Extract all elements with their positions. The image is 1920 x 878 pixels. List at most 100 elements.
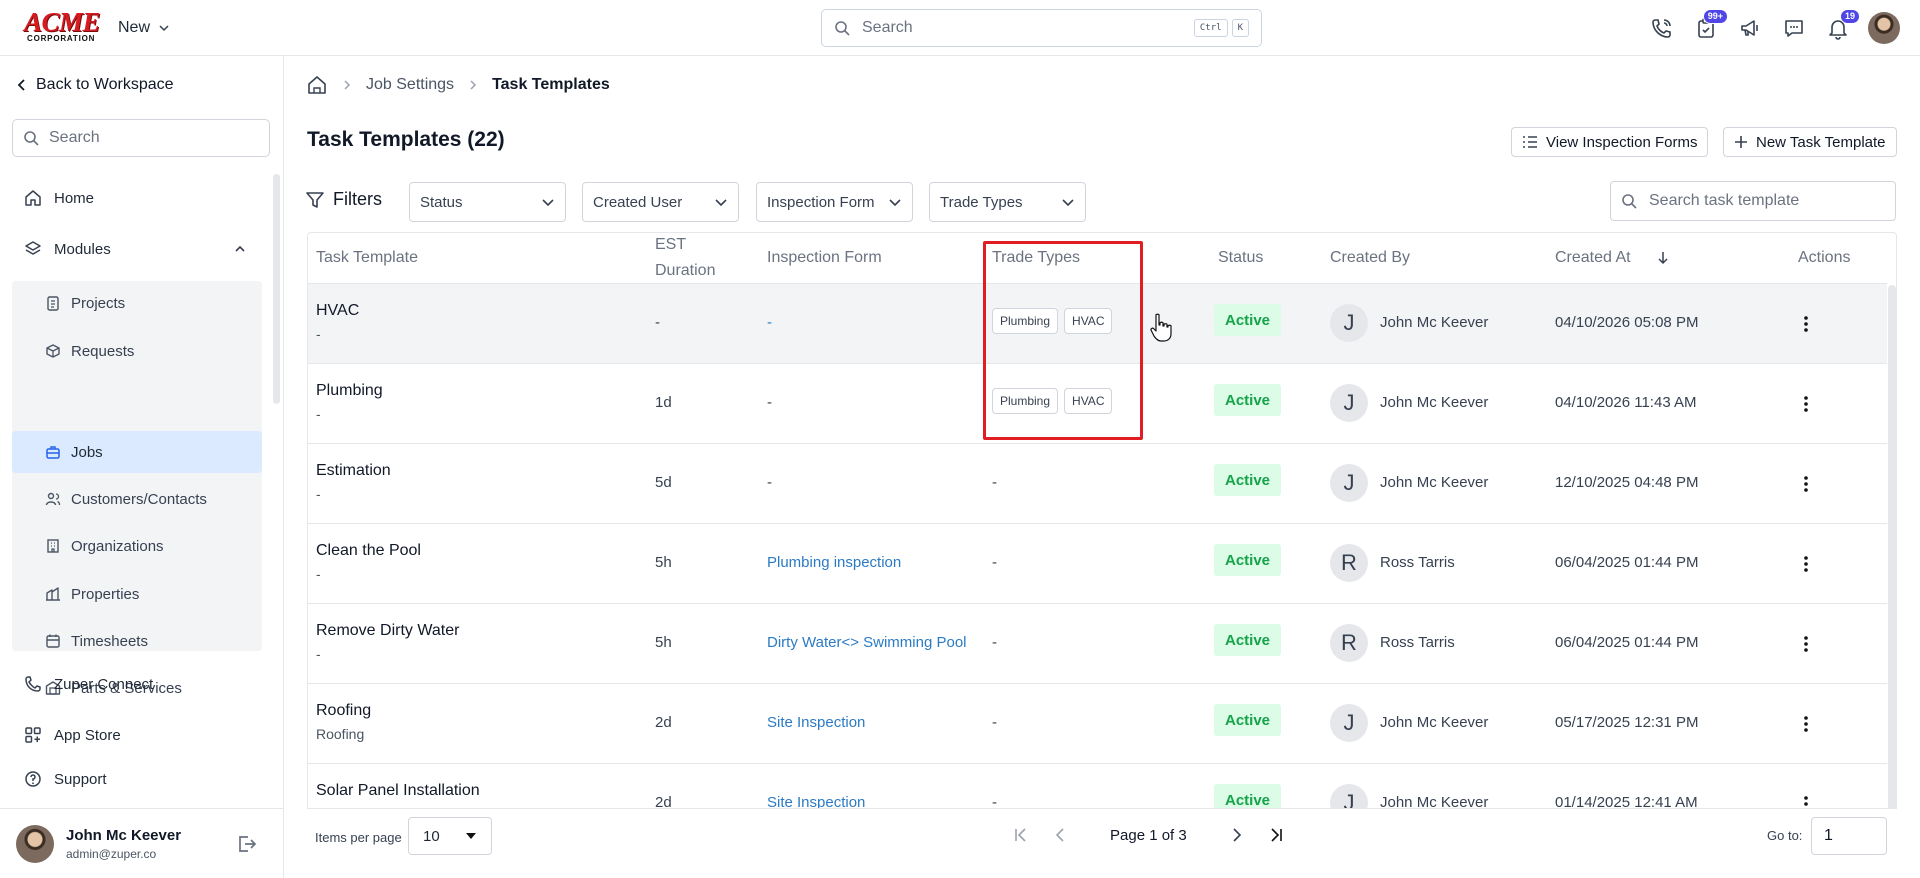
- task-template-name[interactable]: Plumbing: [316, 382, 383, 400]
- table-row[interactable]: HVAC - - - Plumbing HVAC Active J John Mc…: [308, 283, 1887, 363]
- bell-icon[interactable]: 19: [1824, 9, 1860, 42]
- header-est-duration[interactable]: EST Duration: [655, 233, 715, 283]
- task-template-name[interactable]: Remove Dirty Water: [316, 622, 459, 640]
- next-page-icon[interactable]: [1225, 824, 1247, 846]
- creator-avatar: J: [1330, 304, 1368, 342]
- logout-icon[interactable]: [236, 833, 258, 855]
- new-task-template-button[interactable]: New Task Template: [1723, 127, 1897, 157]
- goto-page-input[interactable]: [1811, 817, 1887, 855]
- sidebar-scrollbar[interactable]: [273, 174, 280, 404]
- task-template-name[interactable]: Solar Panel Installation: [316, 782, 480, 800]
- megaphone-icon[interactable]: [1736, 14, 1764, 42]
- trade-types-value: -: [992, 554, 997, 571]
- header-trade-types[interactable]: Trade Types: [992, 233, 1080, 283]
- created-by-name: John Mc Keever: [1380, 394, 1489, 411]
- task-template-name[interactable]: HVAC: [316, 302, 359, 320]
- more-actions-icon[interactable]: [1796, 472, 1816, 496]
- box-icon: [46, 344, 60, 358]
- est-duration: 2d: [655, 714, 672, 731]
- more-actions-icon[interactable]: [1796, 632, 1816, 656]
- sidebar-item-requests[interactable]: Requests: [12, 330, 262, 372]
- sidebar-item-jobs[interactable]: Jobs: [12, 431, 262, 473]
- status-badge: Active: [1214, 304, 1282, 336]
- last-page-icon[interactable]: [1265, 824, 1287, 846]
- trade-types-value: -: [992, 634, 997, 651]
- inspection-form-link[interactable]: Dirty Water<> Swimming Pool: [767, 634, 967, 651]
- tasks-icon[interactable]: 99+: [1692, 9, 1728, 42]
- sidebar-item-timesheets[interactable]: Timesheets: [12, 620, 262, 662]
- task-template-search-input[interactable]: Search task template: [1610, 181, 1896, 221]
- table-row[interactable]: Remove Dirty Water - 5h Dirty Water<> Sw…: [308, 603, 1887, 683]
- sidebar-item-properties[interactable]: Properties: [12, 573, 262, 615]
- items-per-page-select[interactable]: 10: [408, 817, 492, 855]
- task-template-name[interactable]: Clean the Pool: [316, 542, 421, 560]
- layers-icon: [25, 241, 41, 255]
- sidebar-item-modules[interactable]: Modules: [24, 238, 248, 260]
- inspection-form-link[interactable]: Site Inspection: [767, 714, 865, 731]
- status-badge: Active: [1214, 704, 1282, 736]
- sidebar-search-input[interactable]: Search: [12, 119, 270, 157]
- table-row[interactable]: Clean the Pool - 5h Plumbing inspection …: [308, 523, 1887, 603]
- first-page-icon[interactable]: [1010, 824, 1032, 846]
- header-inspection-form[interactable]: Inspection Form: [767, 233, 882, 283]
- items-per-page-label: Items per page: [315, 830, 402, 845]
- more-actions-icon[interactable]: [1796, 392, 1816, 416]
- created-at-value: 06/04/2025 01:44 PM: [1555, 634, 1699, 651]
- sidebar-user-footer: John Mc Keever admin@zuper.co: [0, 808, 283, 878]
- sort-descending-icon[interactable]: [1657, 251, 1669, 265]
- clipboard-icon: [47, 296, 59, 311]
- more-actions-icon[interactable]: [1796, 712, 1816, 736]
- est-duration: -: [655, 314, 660, 331]
- sidebar-item-projects[interactable]: Projects: [12, 282, 262, 324]
- created-user-filter[interactable]: Created User: [582, 182, 739, 222]
- table-row[interactable]: Roofing Roofing 2d Site Inspection - Act…: [308, 683, 1887, 763]
- header-status[interactable]: Status: [1218, 233, 1263, 283]
- phone-call-icon[interactable]: [1648, 14, 1676, 42]
- sidebar-item-support[interactable]: Support: [24, 768, 107, 790]
- task-template-name[interactable]: Estimation: [316, 462, 391, 480]
- filter-icon: [306, 191, 324, 208]
- header-created-at[interactable]: Created At: [1555, 233, 1669, 283]
- home-icon[interactable]: [306, 74, 328, 96]
- chevron-left-icon: [17, 79, 25, 91]
- sidebar-item-customers-contacts[interactable]: Customers/Contacts: [12, 478, 262, 520]
- inspection-form-value: -: [767, 314, 772, 331]
- header-created-by[interactable]: Created By: [1330, 233, 1410, 283]
- sidebar-item-home[interactable]: Home: [24, 187, 94, 209]
- previous-page-icon[interactable]: [1050, 824, 1072, 846]
- trade-types-value: -: [992, 474, 997, 491]
- page-indicator: Page 1 of 3: [1110, 826, 1187, 844]
- breadcrumb-task-templates: Task Templates: [492, 76, 610, 93]
- trade-types-filter[interactable]: Trade Types: [929, 182, 1086, 222]
- inspection-form-link[interactable]: Plumbing inspection: [767, 554, 901, 571]
- trade-types-cell: Plumbing HVAC: [992, 308, 1118, 334]
- sidebar-item-app-store[interactable]: App Store: [24, 724, 121, 746]
- user-avatar[interactable]: [1868, 12, 1900, 44]
- table-row[interactable]: Estimation - 5d - - Active J John Mc Kee…: [308, 443, 1887, 523]
- global-search-input[interactable]: Search Ctrl K: [821, 9, 1262, 47]
- acme-logo[interactable]: ACME CORPORATION: [24, 9, 101, 44]
- table-scrollbar[interactable]: [1888, 285, 1896, 835]
- global-search-placeholder: Search: [862, 19, 913, 36]
- creator-avatar: J: [1330, 704, 1368, 742]
- breadcrumb-job-settings[interactable]: Job Settings: [366, 76, 454, 94]
- search-icon: [1622, 194, 1637, 209]
- pagination-bar: Items per page 10 Page 1 of 3 Go to:: [307, 808, 1897, 866]
- chevron-down-icon: [159, 25, 169, 32]
- sidebar-item-organizations[interactable]: Organizations: [12, 525, 262, 567]
- footer-user-email: admin@zuper.co: [66, 847, 157, 861]
- task-template-name[interactable]: Roofing: [316, 702, 371, 720]
- table-row[interactable]: Plumbing - 1d - Plumbing HVAC Active J Jo…: [308, 363, 1887, 443]
- more-actions-icon[interactable]: [1796, 552, 1816, 576]
- status-filter[interactable]: Status: [409, 182, 566, 222]
- inspection-form-filter[interactable]: Inspection Form: [756, 182, 913, 222]
- chat-icon[interactable]: [1780, 14, 1808, 42]
- sidebar-item-zuper-connect[interactable]: Zuper Connect: [24, 673, 153, 695]
- more-actions-icon[interactable]: [1796, 312, 1816, 336]
- created-at-value: 05/17/2025 12:31 PM: [1555, 714, 1699, 731]
- header-task-template[interactable]: Task Template: [316, 233, 418, 283]
- new-menu-button[interactable]: New: [118, 17, 170, 39]
- footer-avatar[interactable]: [16, 825, 54, 863]
- back-to-workspace-link[interactable]: Back to Workspace: [16, 76, 174, 94]
- view-inspection-forms-button[interactable]: View Inspection Forms: [1511, 127, 1709, 157]
